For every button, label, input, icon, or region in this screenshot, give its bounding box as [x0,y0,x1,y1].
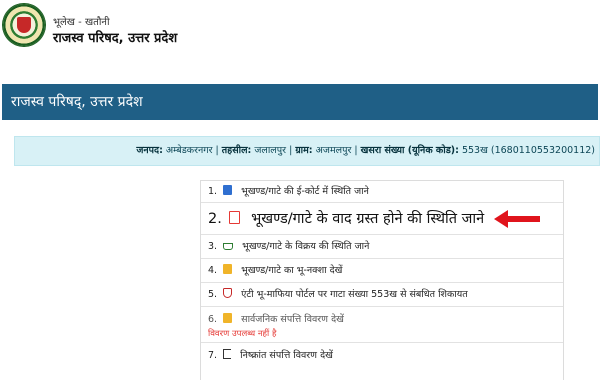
district-label: जनपद: [136,145,163,156]
site-header: भूलेख - खतौनी राजस्व परिषद, उत्तर प्रदेश [0,0,600,72]
unavailable-note: विवरण उपलब्ध नहीं है [208,329,277,339]
option-number: 1. [208,186,218,197]
document-icon [223,313,233,323]
option-anti-land-mafia[interactable]: 5. एंटी भू-माफिया पोर्टल पर गाटा संख्या … [201,283,563,307]
board-of-revenue-logo[interactable] [3,4,45,46]
tehsil-label: तहसील: [221,145,252,156]
khasra-value: 553ख (1680110553200112) [461,145,595,156]
tehsil-value: जलालपुर [254,145,287,156]
option-ecourt-status[interactable]: 1. भूखण्ड/गाटे की ई-कोर्ट में स्थिति जान… [201,181,563,203]
separator: | [289,145,293,156]
option-label: भूखण्ड/गाटे के वाद ग्रस्त होने की स्थिति… [251,211,485,227]
annotation-arrow-icon [494,210,540,228]
exit-icon [223,349,232,359]
option-label: एंटी भू-माफिया पोर्टल पर गाटा संख्या 553… [241,289,468,300]
village-value: अजमलपुर [315,145,352,156]
option-number: 7. [208,350,218,361]
map-icon [223,264,233,274]
building-icon [223,185,233,195]
option-label: सार्वजनिक संपत्ति विवरण देखें [241,314,344,325]
option-number: 6. [208,314,218,325]
village-label: ग्राम: [295,145,313,156]
shield-icon [223,288,233,298]
emblem-icon [17,17,31,33]
district-value: अम्बेडकरनगर [165,145,213,156]
brand-title[interactable]: राजस्व परिषद, उत्तर प्रदेश [53,28,177,46]
brand-subtitle: भूलेख - खतौनी [53,17,110,28]
khasra-label: खसरा संख्या (यूनिक कोड): [360,145,459,156]
option-public-property[interactable]: 6. सार्वजनिक संपत्ति विवरण देखें विवरण उ… [201,307,563,343]
option-label: भूखण्ड/गाटे के विक्रय की स्थिति जाने [242,241,370,252]
option-land-map[interactable]: 4. भूखण्ड/गाटे का भू-नक्शा देखें [201,259,563,283]
separator: | [215,145,219,156]
option-label: निष्क्रांत संपत्ति विवरण देखें [240,350,333,361]
plot-info-bar: जनपद: अम्बेडकरनगर | तहसील: जलालपुर | ग्र… [14,136,600,166]
option-number: 5. [208,289,218,300]
option-label: भूखण्ड/गाटे का भू-नक्शा देखें [241,265,343,276]
page-banner: राजस्व परिषद्, उत्तर प्रदेश [2,84,598,120]
separator: | [354,145,358,156]
option-number: 4. [208,265,218,276]
cart-icon [223,243,234,250]
option-number: 2. [208,211,222,227]
option-label: भूखण्ड/गाटे की ई-कोर्ट में स्थिति जाने [241,186,369,197]
option-number: 3. [208,241,218,252]
option-evacuee-property[interactable]: 7. निष्क्रांत संपत्ति विवरण देखें [201,343,563,369]
document-icon [229,211,241,224]
option-sale-status[interactable]: 3. भूखण्ड/गाटे के विक्रय की स्थिति जाने [201,235,563,259]
